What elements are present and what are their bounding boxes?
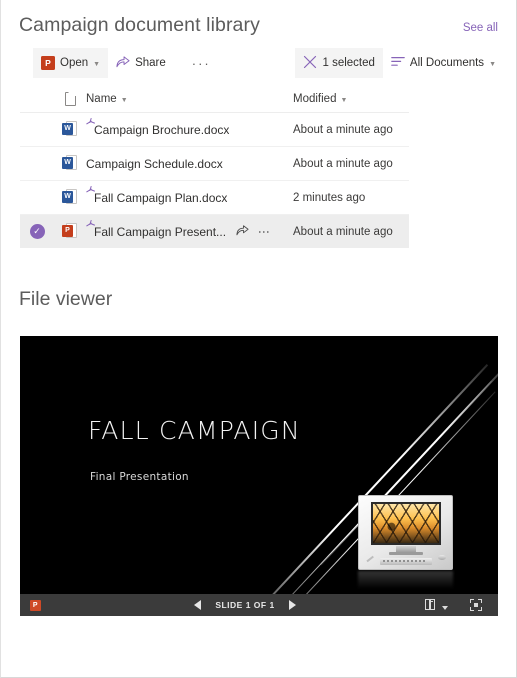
new-item-sparkle-icon: [86, 185, 96, 195]
name-column-header[interactable]: Name ▼: [86, 93, 293, 105]
row-modified: About a minute ago: [293, 157, 393, 170]
name-column-label: Name: [86, 93, 117, 105]
file-name: Fall Campaign Present...: [94, 224, 227, 239]
table-row[interactable]: ✓ P Fall Campaign Present... ⋮ About a m…: [20, 215, 409, 248]
word-icon: W: [62, 120, 78, 139]
slide-toolbar: P SLIDE 1 OF 1: [20, 594, 498, 616]
notes-view-button[interactable]: [425, 598, 448, 612]
row-name-cell[interactable]: Campaign Schedule.docx: [86, 156, 293, 172]
next-slide-button[interactable]: [288, 600, 296, 610]
monitor-base: [388, 552, 423, 555]
slide-counter: SLIDE 1 OF 1: [215, 600, 275, 610]
fullscreen-button[interactable]: [470, 599, 482, 611]
share-button[interactable]: Share: [108, 48, 174, 78]
row-modified: About a minute ago: [293, 225, 393, 238]
ellipsis-icon: ···: [191, 55, 211, 71]
share-icon[interactable]: [236, 224, 249, 239]
row-file-icon: W: [54, 120, 86, 139]
view-selector-label: All Documents: [409, 57, 485, 69]
table-row[interactable]: W Campaign Schedule.docx About a minute …: [20, 147, 409, 181]
row-file-icon: P: [54, 222, 86, 241]
powerpoint-icon[interactable]: P: [30, 599, 41, 611]
row-name-cell[interactable]: Campaign Brochure.docx: [86, 117, 293, 138]
slide-title: FALL CAMPAIGN: [88, 416, 301, 445]
row-modified: About a minute ago: [293, 123, 393, 136]
file-list-header: Name ▼ Modified ▼: [20, 86, 409, 113]
slide-toolbar-right: [390, 598, 498, 612]
close-icon: [303, 55, 317, 72]
word-icon: W: [62, 154, 78, 173]
slide-subtitle: Final Presentation: [90, 471, 189, 483]
file-viewer-title: File viewer: [19, 288, 113, 310]
row-name-cell[interactable]: Fall Campaign Present... ⋮: [86, 219, 293, 240]
page-title: Campaign document library: [19, 14, 260, 36]
file-type-icon: [64, 92, 76, 106]
slide-toolbar-left: P: [20, 599, 100, 611]
file-type-column-header[interactable]: [54, 92, 86, 106]
new-item-sparkle-icon: [86, 117, 96, 127]
row-checkbox[interactable]: ✓: [20, 224, 54, 239]
modified-column-label: Modified: [293, 93, 337, 105]
chevron-down-icon: [442, 605, 448, 610]
checkmark-icon: ✓: [29, 224, 45, 239]
open-button[interactable]: P Open ▼: [33, 48, 109, 78]
powerpoint-icon: P: [41, 56, 55, 70]
file-viewer[interactable]: FALL CAMPAIGN Final Presentation P SLIDE…: [20, 336, 498, 616]
chevron-down-icon: ▼: [489, 60, 496, 68]
library-header: Campaign document library See all: [1, 0, 516, 42]
share-button-label: Share: [135, 57, 166, 69]
list-view-icon: [391, 56, 405, 70]
modified-column-header[interactable]: Modified ▼: [293, 93, 409, 105]
file-name: Fall Campaign Plan.docx: [94, 190, 228, 205]
new-item-sparkle-icon: [86, 219, 96, 229]
sharepoint-page: Campaign document library See all P Open…: [0, 0, 517, 678]
monitor-reflection: [358, 571, 453, 595]
file-list: Name ▼ Modified ▼ W Campaign Brochure.do…: [20, 86, 409, 248]
notes-view-icon: [425, 598, 436, 610]
chevron-down-icon: ▼: [340, 96, 348, 104]
selection-count-button[interactable]: 1 selected: [295, 48, 383, 78]
more-commands-button[interactable]: ···: [174, 48, 229, 78]
chevron-down-icon: ▼: [93, 60, 101, 68]
command-bar: P Open ▼ Share ··· 1 selected All Docume…: [33, 48, 504, 78]
chevron-down-icon: ▼: [120, 96, 128, 104]
monitor-screen: [370, 502, 441, 545]
keyboard-icon: [379, 558, 432, 565]
row-name-cell[interactable]: Fall Campaign Plan.docx: [86, 185, 293, 206]
table-row[interactable]: W Campaign Brochure.docx About a minute …: [20, 113, 409, 147]
row-modified: 2 minutes ago: [293, 191, 366, 204]
desktop-computer-photo: [358, 495, 453, 570]
mouse-icon: [438, 555, 446, 560]
row-file-icon: W: [54, 188, 86, 207]
previous-slide-button[interactable]: [194, 600, 202, 610]
see-all-link[interactable]: See all: [463, 22, 502, 34]
table-row[interactable]: W Fall Campaign Plan.docx 2 minutes ago: [20, 181, 409, 215]
open-button-label: Open: [60, 57, 89, 69]
selection-count-label: 1 selected: [322, 57, 375, 69]
file-name: Campaign Schedule.docx: [86, 156, 223, 171]
file-name: Campaign Brochure.docx: [94, 122, 230, 137]
view-selector-button[interactable]: All Documents ▼: [383, 48, 504, 78]
row-file-icon: W: [54, 154, 86, 173]
slide-navigation: SLIDE 1 OF 1: [100, 600, 390, 610]
pen-icon: [366, 555, 374, 562]
word-icon: W: [62, 188, 78, 207]
slide-canvas: FALL CAMPAIGN Final Presentation P SLIDE…: [20, 336, 498, 616]
more-options-icon[interactable]: ⋮: [257, 226, 271, 238]
share-icon: [116, 55, 130, 71]
powerpoint-icon: P: [62, 222, 78, 241]
